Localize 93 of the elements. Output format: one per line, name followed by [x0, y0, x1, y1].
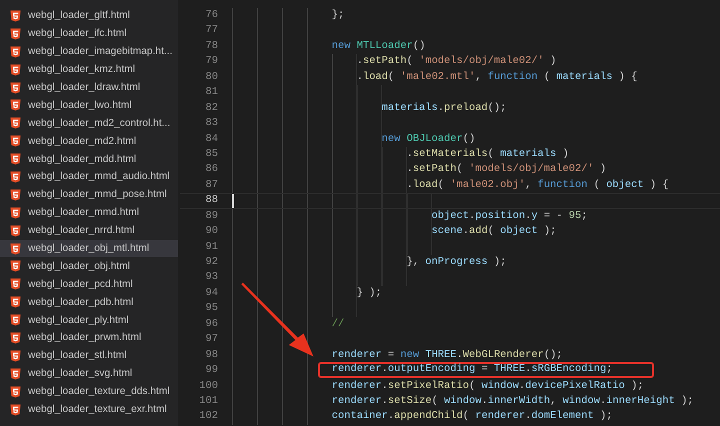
- line-number: 94: [204, 286, 219, 301]
- code-line: materials.preload();: [382, 102, 506, 114]
- html-file-icon: [10, 314, 21, 326]
- file-item[interactable]: webgl_loader_pdb.html: [0, 293, 178, 312]
- code-line: container.appendChild( renderer.domElement );: [332, 410, 612, 422]
- code-line: renderer = new THREE.WebGLRenderer();: [332, 348, 563, 361]
- html-file-icon: [10, 260, 21, 272]
- code-line: } );: [356, 286, 382, 299]
- html-file-icon: [10, 64, 21, 76]
- html-file-icon: [10, 117, 21, 130]
- html-file-icon: [10, 368, 21, 380]
- html-file-icon: [10, 350, 21, 362]
- code-line: }, onProgress );: [406, 256, 506, 268]
- code-line: new OBJLoader(): [382, 132, 476, 144]
- code-line: new MTLLoader(): [332, 40, 426, 52]
- file-item[interactable]: webgl_loader_svg.html: [0, 364, 178, 383]
- line-number: 93: [204, 270, 219, 286]
- file-item[interactable]: webgl_loader_ifc.html: [0, 24, 178, 43]
- line-number: 82: [204, 100, 219, 116]
- code-line: renderer.setPixelRatio( window.devicePixelRatio );: [332, 380, 644, 392]
- html-file-icon: [10, 188, 21, 201]
- line-number: 101: [198, 394, 219, 409]
- html-file-icon: [10, 242, 21, 255]
- html-file-icon: [10, 46, 21, 58]
- line-number: 97: [204, 332, 219, 348]
- file-item[interactable]: webgl_loader_mdd.html: [0, 150, 178, 168]
- line-number: 76: [204, 8, 219, 23]
- file-item[interactable]: webgl_loader_imagebitmap.ht...: [0, 42, 178, 61]
- line-number: 92: [204, 255, 219, 270]
- text-cursor: [232, 194, 234, 208]
- html-file-icon: [10, 28, 21, 40]
- line-number: 89: [204, 208, 219, 224]
- line-number: 79: [204, 54, 219, 70]
- html-file-icon: [10, 206, 21, 219]
- code-line: .setMaterials( materials ): [406, 148, 569, 160]
- line-number: 98: [204, 348, 219, 363]
- file-item[interactable]: webgl_loader_md2.html: [0, 132, 178, 150]
- html-file-icon: [10, 170, 21, 183]
- code-line: .load( 'male02.obj', function ( object ) {: [406, 178, 669, 191]
- html-file-icon: [10, 153, 21, 166]
- line-number: 81: [204, 85, 219, 100]
- code-line: .setPath( 'models/obj/male02/' ): [356, 55, 556, 68]
- code-line: };: [332, 9, 344, 21]
- line-number: 86: [204, 162, 219, 178]
- html-file-icon: [10, 82, 21, 94]
- html-file-icon: [10, 296, 21, 308]
- file-item[interactable]: webgl_loader_nrrd.html: [0, 222, 178, 240]
- line-number: 91: [204, 240, 219, 255]
- file-item[interactable]: webgl_loader_mmd_audio.html: [0, 168, 178, 186]
- file-item[interactable]: webgl_loader_stl.html: [0, 346, 178, 365]
- file-item[interactable]: webgl_loader_texture_dds.html: [0, 382, 178, 401]
- line-number: 99: [204, 363, 219, 378]
- file-item[interactable]: webgl_loader_ldraw.html: [0, 78, 178, 96]
- html-file-icon: [10, 404, 21, 416]
- file-item[interactable]: webgl_loader_kmz.html: [0, 60, 178, 79]
- line-number: 84: [204, 132, 219, 146]
- line-number: 87: [204, 178, 219, 193]
- line-number: 78: [204, 38, 219, 54]
- code-line: .setPath( 'models/obj/male02/' ): [406, 163, 606, 176]
- code-line: renderer.setSize( window.innerWidth, window.innerHeight );: [332, 394, 694, 407]
- html-file-icon: [10, 386, 21, 398]
- file-item[interactable]: webgl_loader_prwm.html: [0, 329, 178, 347]
- code-line: //: [332, 318, 344, 330]
- line-number: 90: [204, 224, 219, 240]
- file-item[interactable]: webgl_loader_gltf.html: [0, 7, 178, 25]
- html-file-icon: [10, 135, 21, 148]
- code-line: scene.add( object );: [432, 225, 556, 238]
- line-number: 96: [204, 316, 219, 332]
- html-file-icon: [10, 10, 21, 22]
- code-line: .load( 'male02.mtl', function ( materials ) {: [356, 70, 638, 83]
- line-number: 83: [204, 116, 219, 132]
- line-number: 77: [204, 23, 219, 38]
- code-line: object.position.y = - 95;: [432, 210, 588, 222]
- line-number: 88: [204, 194, 219, 208]
- line-number: 85: [204, 146, 219, 162]
- file-item[interactable]: webgl_loader_mmd_pose.html: [0, 186, 178, 204]
- code-line: renderer.outputEncoding = THREE.sRGBEncoding;: [332, 363, 612, 376]
- line-number: 100: [198, 378, 219, 394]
- html-file-icon: [10, 278, 21, 290]
- file-item[interactable]: webgl_loader_obj_mtl.html: [0, 240, 178, 258]
- file-item[interactable]: webgl_loader_md2_control.ht...: [0, 114, 178, 132]
- file-item[interactable]: webgl_loader_lwo.html: [0, 96, 178, 114]
- line-number: 102: [198, 409, 219, 424]
- file-item[interactable]: webgl_loader_ply.html: [0, 311, 178, 330]
- file-item[interactable]: webgl_loader_mmd.html: [0, 204, 178, 222]
- file-item[interactable]: webgl_loader_texture_exr.html: [0, 400, 178, 418]
- file-item[interactable]: webgl_loader_pcd.html: [0, 275, 178, 294]
- html-file-icon: [10, 224, 21, 237]
- line-number: 95: [204, 301, 219, 316]
- file-item[interactable]: webgl_loader_obj.html: [0, 257, 178, 276]
- html-file-icon: [10, 332, 21, 344]
- line-number: 80: [204, 70, 219, 85]
- html-file-icon: [10, 99, 21, 112]
